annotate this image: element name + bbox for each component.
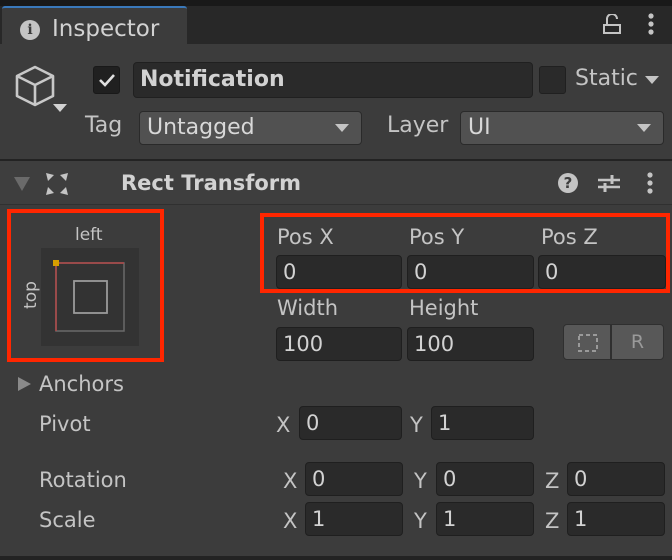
- gameobject-name-input[interactable]: Notification: [133, 62, 533, 98]
- rotation-y-label: Y: [414, 469, 427, 493]
- anchor-vertical-label: top: [21, 281, 41, 309]
- pivot-x-input[interactable]: 0: [299, 406, 402, 440]
- info-icon: i: [20, 20, 40, 40]
- pos-z-label: Pos Z: [541, 225, 598, 249]
- tag-dropdown[interactable]: Untagged: [139, 111, 362, 145]
- tag-label: Tag: [85, 113, 123, 138]
- scale-label: Scale: [39, 508, 96, 532]
- chevron-down-icon: [637, 124, 651, 132]
- pos-y-label: Pos Y: [409, 225, 465, 249]
- static-label: Static: [575, 66, 638, 91]
- blueprint-mode-icon: [578, 334, 598, 352]
- pivot-x-label: X: [276, 413, 291, 437]
- scale-x-input[interactable]: 1: [305, 502, 403, 536]
- anchor-dot: [53, 260, 59, 266]
- pos-x-input[interactable]: 0: [276, 255, 402, 289]
- pivot-y-label: Y: [410, 413, 423, 437]
- blueprint-mode-button[interactable]: [563, 324, 611, 360]
- rotation-z-input[interactable]: 0: [567, 462, 665, 496]
- scale-z-label: Z: [545, 509, 560, 533]
- tag-value: Untagged: [147, 115, 255, 140]
- foldout-collapsed-icon[interactable]: [18, 377, 31, 391]
- scale-y-input[interactable]: 1: [436, 502, 534, 536]
- foldout-expanded-icon[interactable]: [14, 177, 30, 191]
- active-checkbox[interactable]: [93, 66, 120, 94]
- rect-transform-icon: [46, 173, 68, 195]
- static-checkbox[interactable]: [539, 66, 566, 94]
- pos-z-input[interactable]: 0: [538, 255, 666, 289]
- height-input[interactable]: 100: [407, 327, 534, 361]
- kebab-menu-icon[interactable]: [646, 172, 654, 194]
- layer-label: Layer: [387, 113, 449, 138]
- rotation-x-label: X: [283, 469, 298, 493]
- chevron-down-icon: [335, 124, 349, 132]
- height-label: Height: [409, 296, 479, 320]
- icon-dropdown-caret[interactable]: [53, 104, 67, 112]
- layer-value: UI: [468, 115, 491, 140]
- width-label: Width: [277, 296, 339, 320]
- layer-dropdown[interactable]: UI: [460, 111, 664, 145]
- anchor-horizontal-label: left: [75, 225, 103, 245]
- rotation-x-input[interactable]: 0: [305, 462, 403, 496]
- scale-y-label: Y: [414, 509, 427, 533]
- help-icon[interactable]: ?: [558, 173, 578, 193]
- divider: [0, 556, 672, 560]
- rotation-y-input[interactable]: 0: [436, 462, 534, 496]
- preset-icon[interactable]: [598, 172, 620, 194]
- anchors-label[interactable]: Anchors: [39, 372, 124, 396]
- static-dropdown-caret[interactable]: [645, 76, 659, 84]
- kebab-menu-icon[interactable]: [647, 13, 655, 35]
- scale-z-input[interactable]: 1: [567, 502, 665, 536]
- width-input[interactable]: 100: [276, 327, 402, 361]
- tab-inspector[interactable]: i Inspector: [2, 6, 187, 44]
- tab-label: Inspector: [52, 16, 160, 42]
- anchor-preset-button[interactable]: [41, 248, 139, 346]
- component-title: Rect Transform: [121, 171, 302, 195]
- rotation-z-label: Z: [545, 469, 560, 493]
- pivot-label: Pivot: [39, 412, 91, 436]
- rotation-label: Rotation: [39, 468, 127, 492]
- gameobject-cube-icon[interactable]: [14, 64, 56, 108]
- raw-edit-button[interactable]: R: [611, 324, 664, 360]
- pos-y-input[interactable]: 0: [407, 255, 534, 289]
- pos-x-label: Pos X: [277, 225, 334, 249]
- pivot-y-input[interactable]: 1: [431, 406, 534, 440]
- scale-x-label: X: [283, 509, 298, 533]
- lock-icon[interactable]: [603, 14, 621, 34]
- checkmark-icon: [99, 74, 115, 87]
